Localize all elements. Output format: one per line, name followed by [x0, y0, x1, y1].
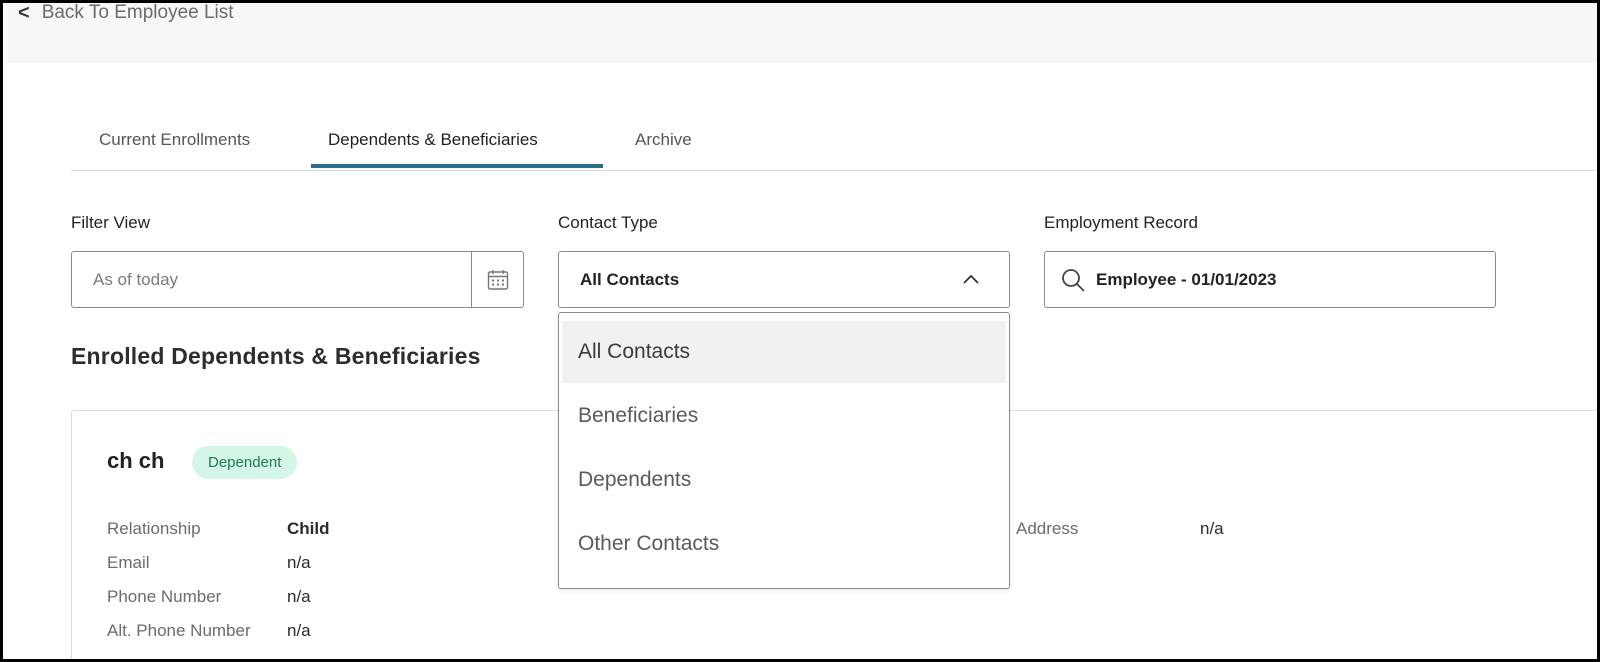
- relationship-label: Relationship: [107, 519, 201, 538]
- alt-phone-number-label: Alt. Phone Number: [107, 621, 251, 640]
- relationship-value: Child: [287, 519, 330, 538]
- employment-record-search-input[interactable]: Employee - 01/01/2023: [1044, 251, 1496, 308]
- phone-number-label: Phone Number: [107, 587, 222, 606]
- status-badge: Dependent: [192, 446, 298, 479]
- contact-name: ch ch: [107, 448, 165, 473]
- tab-archive[interactable]: Archive: [635, 130, 692, 150]
- email-label: Email: [107, 553, 150, 572]
- tab-bar: Current Enrollments Dependents & Benefic…: [71, 118, 1597, 171]
- filter-view-label: Filter View: [71, 213, 151, 232]
- filter-view-date-input[interactable]: As of today: [71, 251, 524, 308]
- top-bar: < Back To Employee List: [6, 1, 1597, 63]
- dropdown-option-all-contacts[interactable]: All Contacts: [562, 321, 1006, 383]
- contact-type-value: All Contacts: [580, 270, 680, 289]
- email-value: n/a: [287, 553, 311, 572]
- search-icon: [1062, 269, 1085, 292]
- calendar-button[interactable]: [471, 252, 523, 307]
- dropdown-option-beneficiaries[interactable]: Beneficiaries: [562, 385, 1006, 447]
- contact-type-select[interactable]: All Contacts: [558, 251, 1010, 308]
- contact-type-label: Contact Type: [558, 213, 658, 232]
- app-frame: < Back To Employee List Current Enrollme…: [0, 0, 1600, 662]
- phone-number-value: n/a: [287, 587, 311, 606]
- dropdown-option-dependents[interactable]: Dependents: [562, 449, 1006, 511]
- back-link-label: Back To Employee List: [41, 2, 234, 23]
- address-value: n/a: [1200, 519, 1224, 538]
- calendar-icon: [487, 269, 508, 290]
- chevron-up-icon: [963, 274, 979, 284]
- alt-phone-number-value: n/a: [287, 621, 311, 640]
- tab-dependents-beneficiaries[interactable]: Dependents & Beneficiaries: [328, 130, 538, 150]
- dropdown-option-other-contacts[interactable]: Other Contacts: [562, 513, 1006, 575]
- employment-record-label: Employment Record: [1044, 213, 1199, 232]
- tab-current-enrollments[interactable]: Current Enrollments: [99, 130, 250, 150]
- section-title: Enrolled Dependents & Beneficiaries: [71, 343, 481, 369]
- address-label: Address: [1016, 519, 1079, 538]
- filter-view-value: As of today: [93, 270, 179, 289]
- contact-type-dropdown-menu: All Contacts Beneficiaries Dependents Ot…: [558, 312, 1010, 589]
- chevron-left-icon: <: [18, 1, 30, 24]
- active-tab-indicator: [311, 164, 603, 168]
- employment-record-value: Employee - 01/01/2023: [1096, 270, 1277, 289]
- back-to-employee-list-link[interactable]: < Back To Employee List: [18, 1, 234, 25]
